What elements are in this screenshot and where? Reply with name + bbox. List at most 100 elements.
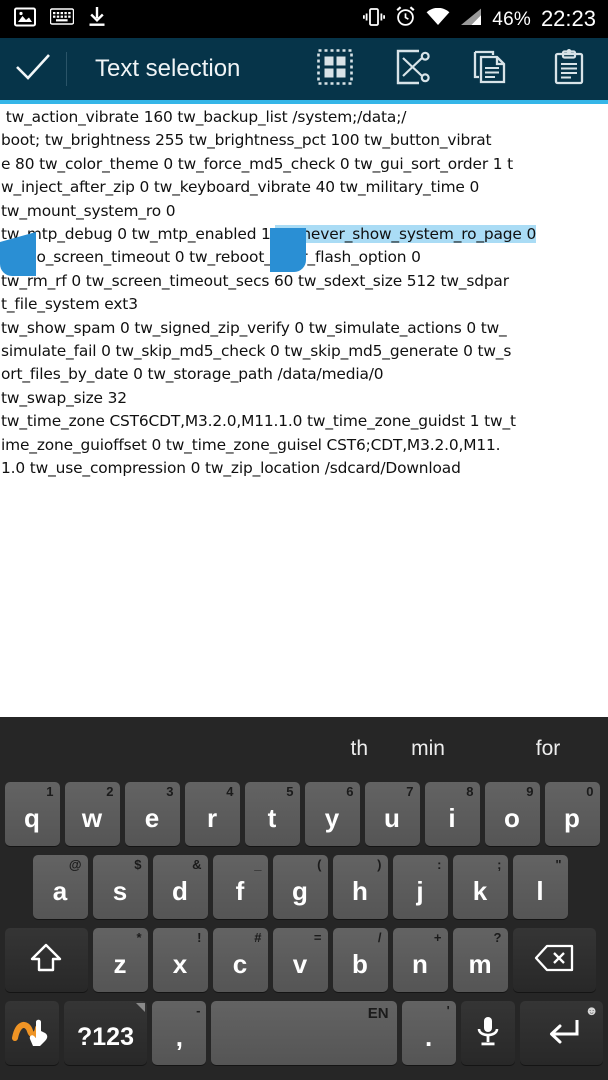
key-v[interactable]: = v xyxy=(272,928,328,992)
key-alt-label: & xyxy=(192,857,202,872)
select-all-button[interactable] xyxy=(296,38,374,100)
key-label: k xyxy=(472,876,488,906)
text-line: w_inject_after_zip 0 tw_keyboard_vibrate… xyxy=(1,178,480,197)
vibrate-icon xyxy=(363,7,386,32)
suggestion-3[interactable]: for xyxy=(488,737,608,761)
key-label: m xyxy=(468,949,492,979)
key-w[interactable]: 2w xyxy=(64,782,120,846)
key-u[interactable]: 7u xyxy=(364,782,420,846)
key-alt-label: # xyxy=(254,930,262,945)
key-alt-label: ( xyxy=(317,857,322,872)
key-alt-label: ) xyxy=(377,857,382,872)
key-o[interactable]: 9o xyxy=(484,782,540,846)
text-line: t_file_system ext3 xyxy=(1,295,138,314)
suggestion-strip: th min for xyxy=(0,717,608,780)
text-selection-action-bar: Text selection xyxy=(0,38,608,100)
keyboard-row-4: ?123 - , EN ' . ☻ xyxy=(0,999,608,1072)
key-alt-label: ! xyxy=(197,930,202,945)
key-b[interactable]: / b xyxy=(332,928,388,992)
key-alt-label: 6 xyxy=(346,784,354,799)
key-alt-label: : xyxy=(437,857,442,872)
keyboard-row-1: 1q 2w 3e 4r 5t 6y 7u 8i 9o 0p xyxy=(0,780,608,853)
key-s[interactable]: $ s xyxy=(92,855,148,919)
done-button[interactable] xyxy=(0,38,66,100)
image-icon xyxy=(14,7,36,32)
key-d[interactable]: & d xyxy=(152,855,208,919)
key-comma[interactable]: - , xyxy=(152,1001,207,1065)
text-content-area[interactable]: tw_action_vibrate 160 tw_backup_list /sy… xyxy=(0,104,608,688)
key-t[interactable]: 5t xyxy=(244,782,300,846)
enter-key[interactable]: ☻ xyxy=(519,1001,604,1065)
key-g[interactable]: (g xyxy=(272,855,328,919)
key-y[interactable]: 6y xyxy=(304,782,360,846)
key-alt-label: _ xyxy=(254,857,262,872)
text-line: e 80 tw_color_theme 0 tw_force_md5_check… xyxy=(1,154,514,173)
key-label: i xyxy=(448,803,456,833)
text-line: tw_time_zone CST6CDT,M3.2.0,M11.1.0 tw_t… xyxy=(1,412,516,431)
space-key[interactable]: EN xyxy=(211,1001,397,1065)
cut-button[interactable] xyxy=(374,38,452,100)
key-n[interactable]: + n xyxy=(392,928,448,992)
text-line: boot; tw_brightness 255 tw_brightness_pc… xyxy=(1,131,492,150)
alarm-icon xyxy=(395,6,416,32)
key-c[interactable]: # c xyxy=(212,928,268,992)
key-alt-label: " xyxy=(555,857,562,872)
suggestion-2[interactable]: min xyxy=(368,737,488,761)
selection-handle-end[interactable] xyxy=(270,228,306,272)
key-e[interactable]: 3e xyxy=(124,782,180,846)
paste-button[interactable] xyxy=(530,38,608,100)
swipe-input-key[interactable] xyxy=(4,1001,59,1065)
key-alt-label: = xyxy=(313,930,322,945)
selected-text[interactable]: tw_never_show_system_ro_page 0 xyxy=(275,225,536,244)
key-label: , xyxy=(175,1022,183,1052)
key-p[interactable]: 0p xyxy=(544,782,600,846)
key-alt-label: 9 xyxy=(526,784,534,799)
check-icon xyxy=(15,52,51,87)
key-period[interactable]: ' . xyxy=(401,1001,456,1065)
symbols-key[interactable]: ?123 xyxy=(63,1001,148,1065)
key-q[interactable]: 1q xyxy=(4,782,60,846)
key-alt-label: $ xyxy=(134,857,142,872)
microphone-icon xyxy=(475,1015,501,1052)
key-label: ?123 xyxy=(76,1022,134,1051)
key-label: q xyxy=(24,803,40,833)
key-alt-label: ; xyxy=(497,857,502,872)
smiley-icon: ☻ xyxy=(584,1003,599,1018)
shift-key[interactable] xyxy=(4,928,88,992)
key-x[interactable]: ! x xyxy=(152,928,208,992)
key-i[interactable]: 8i xyxy=(424,782,480,846)
copy-button[interactable] xyxy=(452,38,530,100)
key-l[interactable]: " l xyxy=(512,855,568,919)
select-all-icon xyxy=(317,48,353,90)
key-m[interactable]: ? m xyxy=(452,928,508,992)
key-h[interactable]: ) h xyxy=(332,855,388,919)
key-f[interactable]: _ f xyxy=(212,855,268,919)
wifi-icon xyxy=(426,7,450,31)
signal-icon xyxy=(460,8,482,31)
text-line: ort_files_by_date 0 tw_storage_path /dat… xyxy=(1,365,384,384)
key-alt-label: 5 xyxy=(286,784,294,799)
key-alt-label: 2 xyxy=(106,784,114,799)
text-line: tw_action_vibrate 160 tw_backup_list /sy… xyxy=(1,108,407,126)
key-label: . xyxy=(424,1022,433,1052)
key-label: w xyxy=(81,803,103,833)
keyboard-row-3: * z ! x # c = v / b + n ? m xyxy=(0,926,608,999)
text-line: tw_show_spam 0 tw_signed_zip_verify 0 tw… xyxy=(1,318,507,337)
key-a[interactable]: @ a xyxy=(32,855,88,919)
key-label: a xyxy=(52,876,68,906)
key-label: s xyxy=(112,876,128,906)
key-z[interactable]: * z xyxy=(92,928,148,992)
voice-input-key[interactable] xyxy=(460,1001,515,1065)
selection-handle-start[interactable] xyxy=(0,232,36,276)
key-label: d xyxy=(172,876,188,906)
backspace-key[interactable] xyxy=(512,928,596,992)
key-r[interactable]: 4r xyxy=(184,782,240,846)
key-alt-label: / xyxy=(377,930,382,945)
suggestion-1[interactable]: th xyxy=(0,737,368,761)
key-alt-label: 3 xyxy=(166,784,174,799)
key-k[interactable]: ; k xyxy=(452,855,508,919)
key-alt-label: ' xyxy=(446,1003,450,1018)
key-label: h xyxy=(352,876,368,906)
key-label: l xyxy=(536,876,544,906)
key-j[interactable]: :j xyxy=(392,855,448,919)
